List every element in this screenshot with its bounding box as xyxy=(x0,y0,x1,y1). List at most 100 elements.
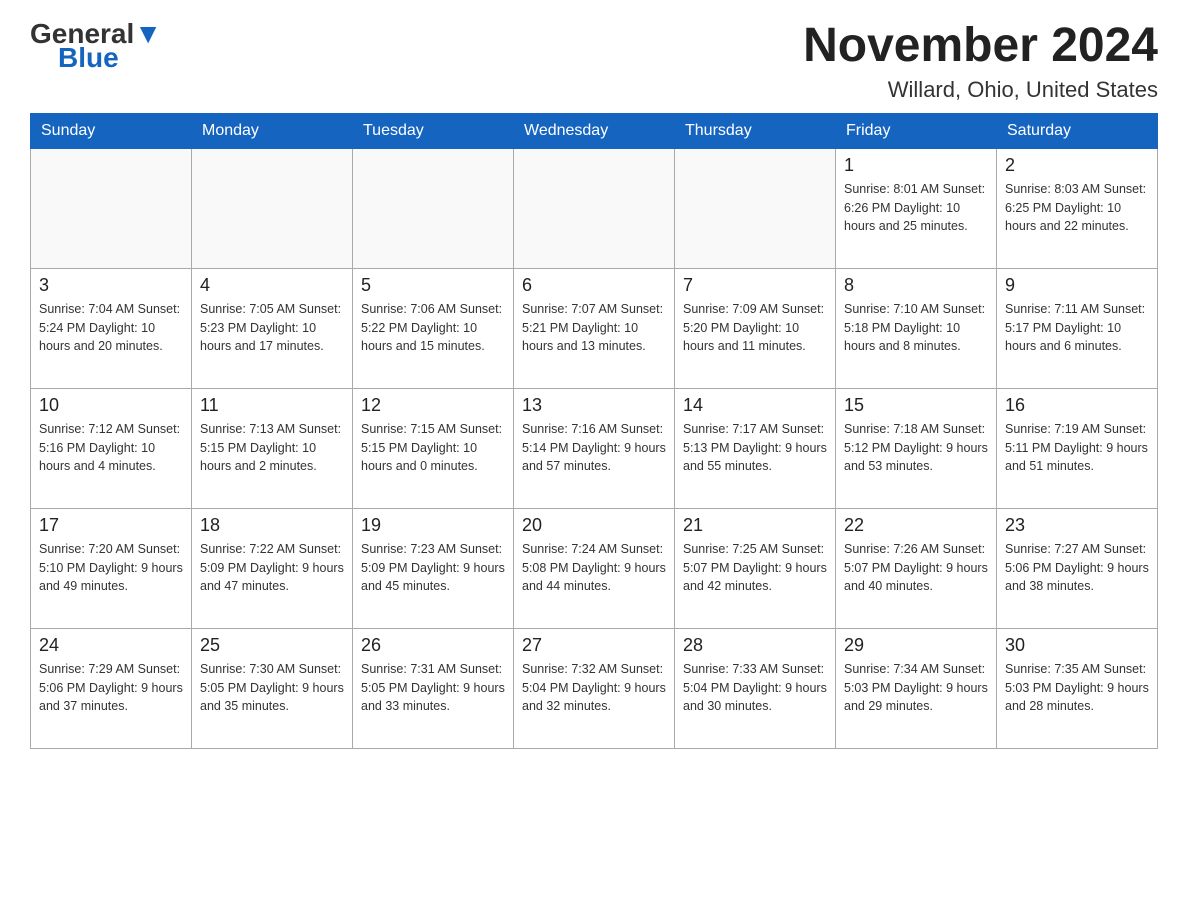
weekday-header-wednesday: Wednesday xyxy=(514,113,675,148)
day-info: Sunrise: 7:33 AM Sunset: 5:04 PM Dayligh… xyxy=(683,660,827,716)
calendar-cell xyxy=(675,148,836,268)
day-number: 13 xyxy=(522,395,666,416)
calendar-cell: 29 Sunrise: 7:34 AM Sunset: 5:03 PM Dayli… xyxy=(836,628,997,748)
weekday-header-sunday: Sunday xyxy=(31,113,192,148)
day-info: Sunrise: 7:07 AM Sunset: 5:21 PM Dayligh… xyxy=(522,300,666,356)
calendar-cell: 11 Sunrise: 7:13 AM Sunset: 5:15 PM Dayli… xyxy=(192,388,353,508)
day-number: 6 xyxy=(522,275,666,296)
weekday-header-saturday: Saturday xyxy=(997,113,1158,148)
day-info: Sunrise: 7:12 AM Sunset: 5:16 PM Dayligh… xyxy=(39,420,183,476)
calendar-cell: 8 Sunrise: 7:10 AM Sunset: 5:18 PM Daylig… xyxy=(836,268,997,388)
calendar-cell: 19 Sunrise: 7:23 AM Sunset: 5:09 PM Dayli… xyxy=(353,508,514,628)
calendar-week-row: 1 Sunrise: 8:01 AM Sunset: 6:26 PM Daylig… xyxy=(31,148,1158,268)
calendar-cell: 21Sunrise: 7:25 AM Sunset: 5:07 PM Dayli… xyxy=(675,508,836,628)
calendar-cell: 27Sunrise: 7:32 AM Sunset: 5:04 PM Dayli… xyxy=(514,628,675,748)
day-number: 30 xyxy=(1005,635,1149,656)
day-info: Sunrise: 7:35 AM Sunset: 5:03 PM Dayligh… xyxy=(1005,660,1149,716)
calendar-cell xyxy=(353,148,514,268)
day-number: 7 xyxy=(683,275,827,296)
day-info: Sunrise: 7:09 AM Sunset: 5:20 PM Dayligh… xyxy=(683,300,827,356)
calendar-cell: 16Sunrise: 7:19 AM Sunset: 5:11 PM Dayli… xyxy=(997,388,1158,508)
weekday-header-row: SundayMondayTuesdayWednesdayThursdayFrid… xyxy=(31,113,1158,148)
calendar-cell: 12Sunrise: 7:15 AM Sunset: 5:15 PM Dayli… xyxy=(353,388,514,508)
day-info: Sunrise: 7:23 AM Sunset: 5:09 PM Dayligh… xyxy=(361,540,505,596)
weekday-header-monday: Monday xyxy=(192,113,353,148)
calendar-cell: 1 Sunrise: 8:01 AM Sunset: 6:26 PM Daylig… xyxy=(836,148,997,268)
day-number: 28 xyxy=(683,635,827,656)
calendar-cell: 25 Sunrise: 7:30 AM Sunset: 5:05 PM Dayli… xyxy=(192,628,353,748)
day-info: Sunrise: 7:30 AM Sunset: 5:05 PM Dayligh… xyxy=(200,660,344,716)
day-info: Sunrise: 7:24 AM Sunset: 5:08 PM Dayligh… xyxy=(522,540,666,596)
day-number: 2 xyxy=(1005,155,1149,176)
calendar-cell: 23 Sunrise: 7:27 AM Sunset: 5:06 PM Dayli… xyxy=(997,508,1158,628)
calendar-header: SundayMondayTuesdayWednesdayThursdayFrid… xyxy=(31,113,1158,148)
day-info: Sunrise: 7:18 AM Sunset: 5:12 PM Dayligh… xyxy=(844,420,988,476)
day-number: 10 xyxy=(39,395,183,416)
day-info: Sunrise: 7:10 AM Sunset: 5:18 PM Dayligh… xyxy=(844,300,988,356)
calendar-cell: 14 Sunrise: 7:17 AM Sunset: 5:13 PM Dayli… xyxy=(675,388,836,508)
calendar-cell: 22Sunrise: 7:26 AM Sunset: 5:07 PM Dayli… xyxy=(836,508,997,628)
day-info: Sunrise: 8:01 AM Sunset: 6:26 PM Dayligh… xyxy=(844,180,988,236)
day-info: Sunrise: 7:31 AM Sunset: 5:05 PM Dayligh… xyxy=(361,660,505,716)
day-number: 9 xyxy=(1005,275,1149,296)
day-number: 20 xyxy=(522,515,666,536)
day-number: 15 xyxy=(844,395,988,416)
day-number: 25 xyxy=(200,635,344,656)
logo-blue-text: Blue xyxy=(58,44,119,72)
calendar-cell: 2 Sunrise: 8:03 AM Sunset: 6:25 PM Daylig… xyxy=(997,148,1158,268)
calendar-cell xyxy=(192,148,353,268)
day-number: 3 xyxy=(39,275,183,296)
day-number: 29 xyxy=(844,635,988,656)
day-info: Sunrise: 8:03 AM Sunset: 6:25 PM Dayligh… xyxy=(1005,180,1149,236)
day-info: Sunrise: 7:13 AM Sunset: 5:15 PM Dayligh… xyxy=(200,420,344,476)
calendar-cell: 13 Sunrise: 7:16 AM Sunset: 5:14 PM Dayli… xyxy=(514,388,675,508)
day-info: Sunrise: 7:17 AM Sunset: 5:13 PM Dayligh… xyxy=(683,420,827,476)
day-info: Sunrise: 7:04 AM Sunset: 5:24 PM Dayligh… xyxy=(39,300,183,356)
calendar-cell: 5Sunrise: 7:06 AM Sunset: 5:22 PM Daylig… xyxy=(353,268,514,388)
day-number: 1 xyxy=(844,155,988,176)
calendar-cell: 15 Sunrise: 7:18 AM Sunset: 5:12 PM Dayli… xyxy=(836,388,997,508)
day-number: 27 xyxy=(522,635,666,656)
day-number: 11 xyxy=(200,395,344,416)
calendar-cell xyxy=(514,148,675,268)
calendar-body: 1 Sunrise: 8:01 AM Sunset: 6:26 PM Daylig… xyxy=(31,148,1158,748)
page-header: General▼ Blue November 2024 Willard, Ohi… xyxy=(30,20,1158,103)
day-info: Sunrise: 7:26 AM Sunset: 5:07 PM Dayligh… xyxy=(844,540,988,596)
day-number: 21 xyxy=(683,515,827,536)
day-number: 14 xyxy=(683,395,827,416)
day-number: 23 xyxy=(1005,515,1149,536)
logo-triangle-icon: ▼ xyxy=(134,18,162,49)
calendar-cell xyxy=(31,148,192,268)
day-info: Sunrise: 7:34 AM Sunset: 5:03 PM Dayligh… xyxy=(844,660,988,716)
sub-title: Willard, Ohio, United States xyxy=(803,77,1158,103)
calendar-cell: 28 Sunrise: 7:33 AM Sunset: 5:04 PM Dayli… xyxy=(675,628,836,748)
calendar-week-row: 24Sunrise: 7:29 AM Sunset: 5:06 PM Dayli… xyxy=(31,628,1158,748)
day-info: Sunrise: 7:27 AM Sunset: 5:06 PM Dayligh… xyxy=(1005,540,1149,596)
day-number: 18 xyxy=(200,515,344,536)
day-info: Sunrise: 7:20 AM Sunset: 5:10 PM Dayligh… xyxy=(39,540,183,596)
day-number: 8 xyxy=(844,275,988,296)
calendar-cell: 7 Sunrise: 7:09 AM Sunset: 5:20 PM Daylig… xyxy=(675,268,836,388)
day-number: 19 xyxy=(361,515,505,536)
calendar-cell: 18 Sunrise: 7:22 AM Sunset: 5:09 PM Dayli… xyxy=(192,508,353,628)
day-info: Sunrise: 7:06 AM Sunset: 5:22 PM Dayligh… xyxy=(361,300,505,356)
day-info: Sunrise: 7:05 AM Sunset: 5:23 PM Dayligh… xyxy=(200,300,344,356)
calendar-table: SundayMondayTuesdayWednesdayThursdayFrid… xyxy=(30,113,1158,749)
day-number: 4 xyxy=(200,275,344,296)
day-info: Sunrise: 7:11 AM Sunset: 5:17 PM Dayligh… xyxy=(1005,300,1149,356)
calendar-cell: 24Sunrise: 7:29 AM Sunset: 5:06 PM Dayli… xyxy=(31,628,192,748)
calendar-cell: 17Sunrise: 7:20 AM Sunset: 5:10 PM Dayli… xyxy=(31,508,192,628)
calendar-cell: 20 Sunrise: 7:24 AM Sunset: 5:08 PM Dayli… xyxy=(514,508,675,628)
calendar-cell: 30 Sunrise: 7:35 AM Sunset: 5:03 PM Dayli… xyxy=(997,628,1158,748)
day-info: Sunrise: 7:16 AM Sunset: 5:14 PM Dayligh… xyxy=(522,420,666,476)
day-info: Sunrise: 7:29 AM Sunset: 5:06 PM Dayligh… xyxy=(39,660,183,716)
weekday-header-friday: Friday xyxy=(836,113,997,148)
day-info: Sunrise: 7:15 AM Sunset: 5:15 PM Dayligh… xyxy=(361,420,505,476)
main-title: November 2024 xyxy=(803,20,1158,73)
calendar-cell: 9 Sunrise: 7:11 AM Sunset: 5:17 PM Daylig… xyxy=(997,268,1158,388)
calendar-cell: 26Sunrise: 7:31 AM Sunset: 5:05 PM Dayli… xyxy=(353,628,514,748)
calendar-cell: 4 Sunrise: 7:05 AM Sunset: 5:23 PM Daylig… xyxy=(192,268,353,388)
day-info: Sunrise: 7:22 AM Sunset: 5:09 PM Dayligh… xyxy=(200,540,344,596)
day-info: Sunrise: 7:19 AM Sunset: 5:11 PM Dayligh… xyxy=(1005,420,1149,476)
weekday-header-thursday: Thursday xyxy=(675,113,836,148)
